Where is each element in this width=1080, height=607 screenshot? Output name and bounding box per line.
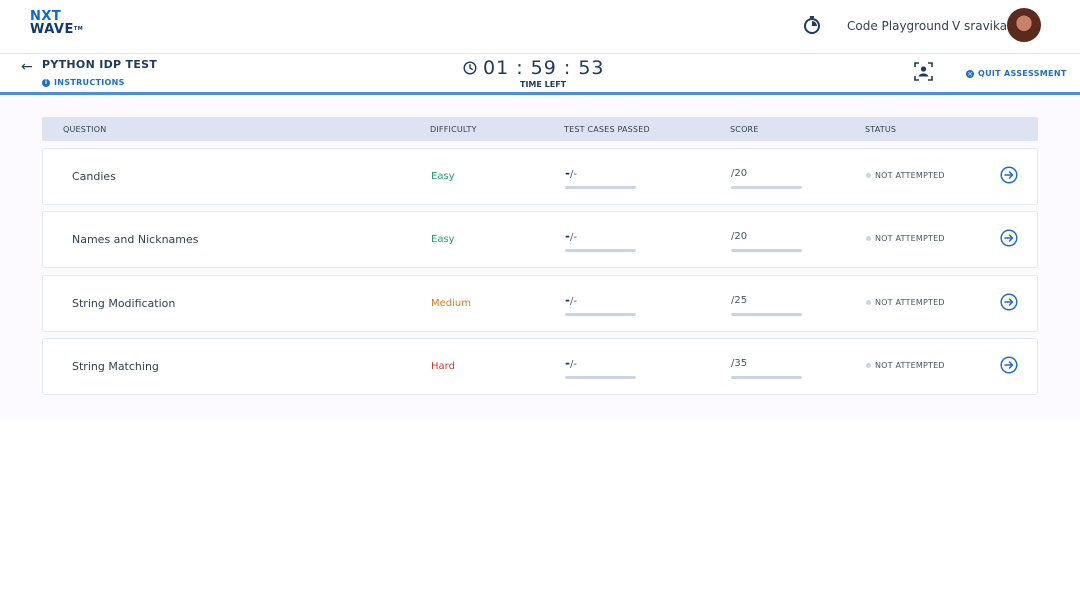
status-dot: [866, 173, 871, 178]
test-cases-progress-bar: [565, 376, 636, 379]
table-row[interactable]: Candies Easy -/- /20 NOT ATTEMPTED: [42, 148, 1038, 205]
status-text: NOT ATTEMPTED: [875, 234, 945, 243]
score-value: /35: [731, 358, 748, 369]
close-circle-icon: ×: [966, 69, 974, 78]
score-value: /20: [731, 168, 748, 179]
test-cases-total: /-: [569, 296, 577, 307]
test-cases-passed: -/-: [565, 229, 577, 243]
test-cases-passed: -/-: [565, 166, 577, 180]
header-score: SCORE: [730, 125, 759, 134]
assessment-bar: ← PYTHON IDP TEST i INSTRUCTIONS 01 : 59…: [0, 54, 1080, 95]
quit-label: QUIT ASSESSMENT: [978, 69, 1067, 78]
score-progress-bar: [731, 249, 802, 252]
stopwatch-icon[interactable]: [802, 15, 822, 35]
test-cases-total: /-: [569, 169, 577, 180]
logo-line2: WAVETM: [30, 23, 90, 36]
difficulty-label: Medium: [431, 298, 471, 309]
arrow-left-icon[interactable]: ←: [21, 60, 35, 74]
header-difficulty: DIFFICULTY: [430, 125, 477, 134]
score-value: /20: [731, 231, 748, 242]
code-playground-link[interactable]: Code Playground: [847, 19, 949, 33]
logo-tm: TM: [73, 26, 84, 32]
avatar[interactable]: [1007, 8, 1041, 42]
test-cases-progress-bar: [565, 186, 636, 189]
table-row[interactable]: String Modification Medium -/- /25 NOT A…: [42, 275, 1038, 332]
status-badge: NOT ATTEMPTED: [866, 298, 945, 307]
score-progress-bar: [731, 376, 802, 379]
status-badge: NOT ATTEMPTED: [866, 171, 945, 180]
time-left-label: TIME LEFT: [520, 80, 567, 89]
score-progress-bar: [731, 186, 802, 189]
test-cases-progress-bar: [565, 313, 636, 316]
user-name[interactable]: V sravika: [952, 19, 1007, 33]
status-text: NOT ATTEMPTED: [875, 171, 945, 180]
question-title[interactable]: Names and Nicknames: [72, 233, 199, 246]
difficulty-label: Easy: [431, 234, 455, 245]
timer-value: 01 : 59 : 53: [483, 57, 605, 79]
difficulty-label: Easy: [431, 171, 455, 182]
header-status: STATUS: [865, 125, 897, 134]
test-cases-passed: -/-: [565, 293, 577, 307]
question-title[interactable]: String Matching: [72, 360, 159, 373]
questions-panel: QUESTION DIFFICULTY TEST CASES PASSED SC…: [0, 96, 1080, 420]
arrow-right-circle-icon[interactable]: [1000, 166, 1018, 184]
logo-line2-text: WAVE: [30, 22, 74, 37]
timer: 01 : 59 : 53: [463, 57, 605, 79]
status-badge: NOT ATTEMPTED: [866, 361, 945, 370]
test-title: PYTHON IDP TEST: [42, 58, 158, 71]
question-title[interactable]: String Modification: [72, 297, 175, 310]
status-badge: NOT ATTEMPTED: [866, 234, 945, 243]
test-cases-total: /-: [569, 359, 577, 370]
quit-assessment-button[interactable]: × QUIT ASSESSMENT: [966, 69, 1067, 78]
test-cases-progress-bar: [565, 249, 636, 252]
status-dot: [866, 236, 871, 241]
table-row[interactable]: String Matching Hard -/- /35 NOT ATTEMPT…: [42, 338, 1038, 395]
arrow-right-circle-icon[interactable]: [1000, 356, 1018, 374]
score-value: /25: [731, 295, 748, 306]
status-dot: [866, 300, 871, 305]
difficulty-label: Hard: [431, 361, 455, 372]
info-icon: i: [42, 78, 50, 87]
clock-icon: [463, 61, 477, 75]
nxtwave-logo[interactable]: NXT WAVETM: [30, 10, 90, 40]
status-text: NOT ATTEMPTED: [875, 298, 945, 307]
header-question: QUESTION: [63, 125, 107, 134]
arrow-right-circle-icon[interactable]: [1000, 293, 1018, 311]
question-title[interactable]: Candies: [72, 170, 116, 183]
test-cases-total: /-: [569, 232, 577, 243]
test-cases-passed: -/-: [565, 356, 577, 370]
table-header: QUESTION DIFFICULTY TEST CASES PASSED SC…: [42, 117, 1038, 141]
top-bar: NXT WAVETM Code Playground V sravika: [0, 0, 1080, 54]
instructions-link[interactable]: i INSTRUCTIONS: [42, 78, 125, 87]
arrow-right-circle-icon[interactable]: [1000, 229, 1018, 247]
status-dot: [866, 363, 871, 368]
table-row[interactable]: Names and Nicknames Easy -/- /20 NOT ATT…: [42, 211, 1038, 268]
instructions-label: INSTRUCTIONS: [54, 78, 125, 87]
header-test-cases: TEST CASES PASSED: [564, 125, 650, 134]
face-scan-icon[interactable]: [914, 62, 933, 81]
score-progress-bar: [731, 313, 802, 316]
status-text: NOT ATTEMPTED: [875, 361, 945, 370]
